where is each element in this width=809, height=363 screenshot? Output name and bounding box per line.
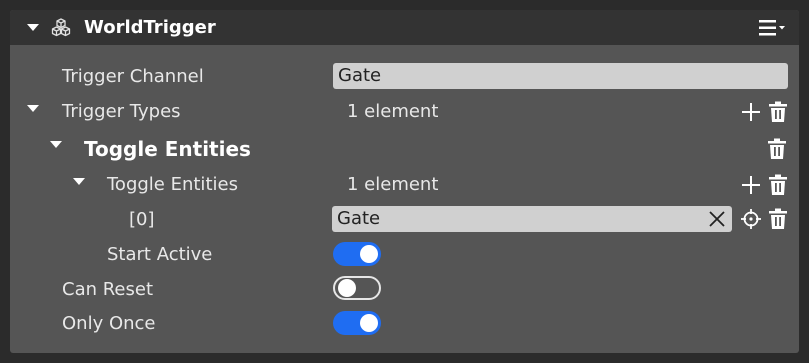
trigger-types-expand-icon[interactable] (27, 105, 39, 112)
toggle-knob (360, 245, 378, 263)
can-reset-toggle[interactable] (333, 276, 381, 300)
start-active-toggle[interactable] (333, 242, 381, 266)
toggle-knob (360, 314, 378, 332)
toggle-entities-expand-icon[interactable] (73, 178, 85, 185)
trash-icon[interactable] (767, 138, 787, 160)
only-once-label: Only Once (62, 313, 156, 334)
clear-x-icon[interactable] (708, 210, 726, 228)
entity-0-input[interactable]: Gate (332, 206, 732, 232)
toggle-entities-section-title: Toggle Entities (84, 137, 251, 161)
trash-icon[interactable] (768, 174, 788, 196)
start-active-label: Start Active (107, 244, 213, 265)
collapse-triangle-icon[interactable] (27, 24, 39, 31)
toggle-entities-section-expand-icon[interactable] (50, 141, 62, 148)
entity-0-value: Gate (337, 208, 381, 229)
trash-icon[interactable] (768, 101, 788, 123)
trigger-types-label: Trigger Types (62, 101, 181, 122)
add-icon[interactable] (740, 174, 762, 196)
can-reset-label: Can Reset (62, 279, 154, 300)
trigger-channel-label: Trigger Channel (62, 66, 204, 87)
menu-options-icon[interactable] (759, 18, 791, 38)
add-icon[interactable] (740, 101, 762, 123)
trigger-channel-input[interactable]: Gate (333, 63, 788, 89)
entity-index-label: [0] (129, 209, 155, 230)
trash-icon[interactable] (768, 208, 788, 230)
target-picker-icon[interactable] (740, 208, 762, 230)
toggle-entities-label: Toggle Entities (107, 174, 238, 195)
only-once-toggle[interactable] (333, 311, 381, 335)
trigger-types-count: 1 element (347, 101, 439, 122)
component-panel: WorldTrigger Trigger Channel Gate Trigge… (10, 10, 799, 353)
component-header: WorldTrigger (10, 10, 799, 45)
toggle-knob (338, 279, 356, 297)
component-cubes-icon (51, 18, 71, 37)
component-title: WorldTrigger (84, 17, 216, 38)
toggle-entities-count: 1 element (347, 174, 439, 195)
